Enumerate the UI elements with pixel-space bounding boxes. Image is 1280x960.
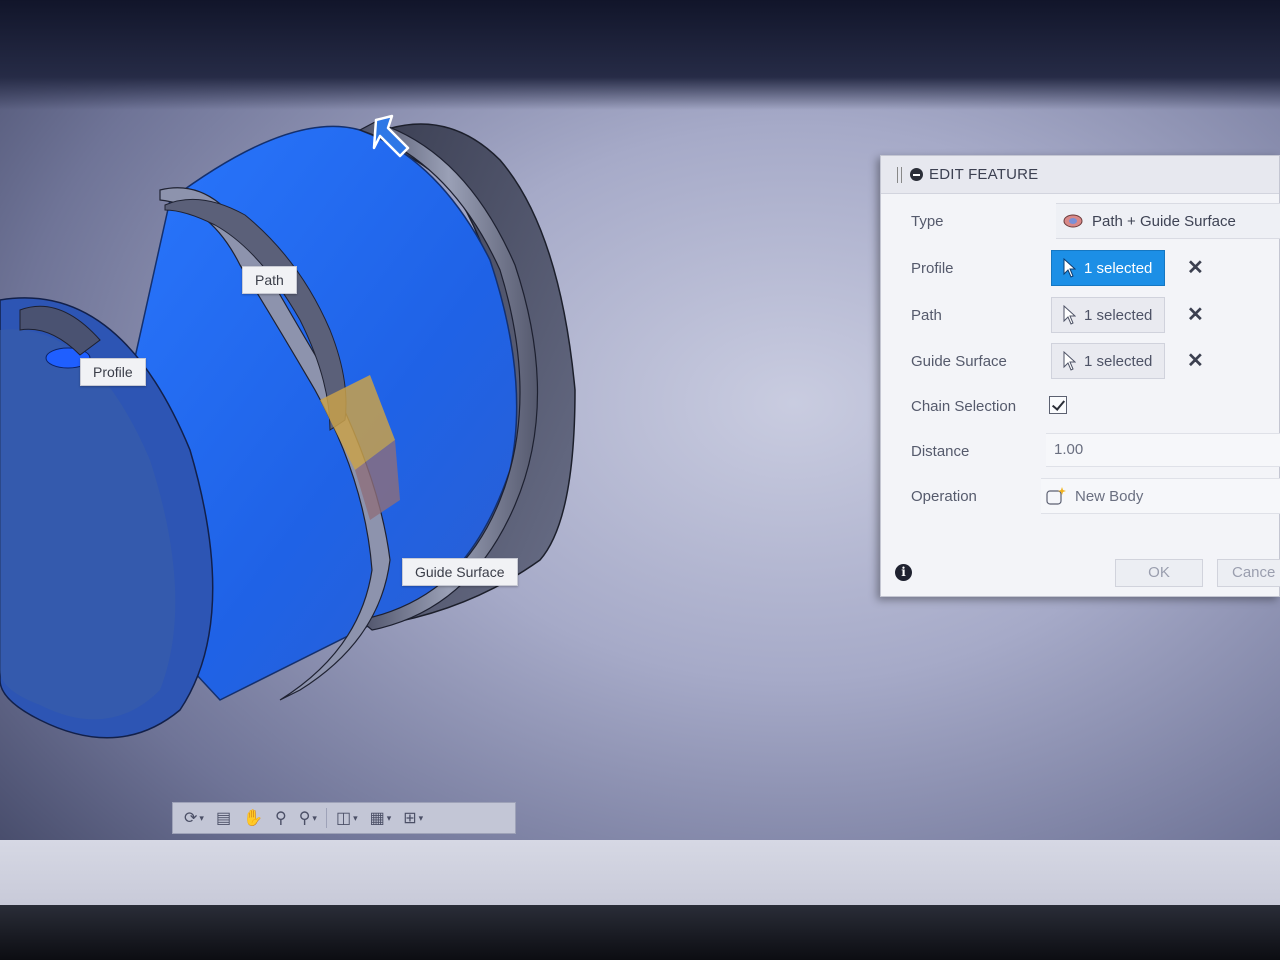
zoom-icon[interactable]: ⚲ ▾ [296, 808, 320, 828]
guide-surface-row: Guide Surface 1 selected ✕ [881, 342, 1279, 382]
path-callout: Path [242, 266, 297, 294]
dialog-header[interactable]: EDIT FEATURE [881, 156, 1279, 194]
clear-path-icon[interactable]: ✕ [1187, 302, 1204, 327]
path-selected-count: 1 selected [1084, 306, 1153, 324]
distance-label: Distance [911, 443, 970, 460]
display-settings-icon[interactable]: ◫ ▾ [333, 808, 361, 828]
status-strip [0, 840, 1280, 910]
collapse-icon[interactable] [910, 168, 923, 181]
operation-value-text: New Body [1075, 487, 1144, 505]
clear-guide-surface-icon[interactable]: ✕ [1187, 348, 1204, 373]
operation-row: Operation New Body [881, 477, 1280, 517]
orbit-icon[interactable]: ⟳ ▾ [181, 808, 207, 828]
type-dropdown[interactable]: Path + Guide Surface [1056, 203, 1280, 239]
look-at-icon[interactable]: ▤ [213, 808, 234, 828]
operation-label: Operation [911, 488, 977, 505]
distance-input[interactable]: 1.00 [1046, 433, 1280, 467]
path-row: Path 1 selected ✕ [881, 296, 1279, 336]
select-cursor-icon [1063, 305, 1076, 325]
profile-selected-count: 1 selected [1084, 259, 1153, 277]
select-cursor-icon [1063, 351, 1076, 371]
chain-selection-label: Chain Selection [911, 398, 1017, 415]
info-icon[interactable]: i [895, 564, 912, 581]
profile-label: Profile [911, 260, 954, 277]
operation-dropdown[interactable]: New Body [1041, 478, 1280, 514]
viewports-icon[interactable]: ⊞ ▾ [400, 808, 426, 828]
sweep-type-icon [1063, 214, 1083, 228]
pan-icon[interactable]: ✋ [240, 808, 266, 828]
ok-button[interactable]: OK [1115, 559, 1203, 587]
profile-callout: Profile [80, 358, 146, 386]
cancel-button[interactable]: Cance [1217, 559, 1280, 587]
zoom-window-icon[interactable]: ⚲ [272, 808, 290, 828]
guide-surface-select-button[interactable]: 1 selected [1051, 343, 1166, 379]
toolbar-divider [325, 808, 327, 828]
clear-profile-icon[interactable]: ✕ [1187, 255, 1204, 280]
select-cursor-icon [1063, 258, 1076, 278]
guide-surface-callout: Guide Surface [402, 558, 518, 586]
profile-select-button[interactable]: 1 selected [1051, 250, 1166, 286]
screen: Path Profile Guide Surface ⟳ ▾ ▤ ✋ ⚲ ⚲ ▾ ◫… [0, 0, 1280, 960]
drag-handle-icon[interactable] [897, 166, 902, 183]
new-body-icon [1046, 487, 1066, 505]
profile-row: Profile 1 selected ✕ [881, 249, 1279, 289]
path-select-button[interactable]: 1 selected [1051, 297, 1166, 333]
guide-surface-label: Guide Surface [911, 353, 1007, 370]
edit-feature-dialog: EDIT FEATURE Type Path + Guide Surface P… [880, 155, 1280, 597]
distance-row: Distance 1.00 [881, 432, 1280, 472]
type-row: Type Path + Guide Surface [881, 202, 1280, 242]
type-label: Type [911, 213, 944, 230]
path-label: Path [911, 307, 942, 324]
dialog-title: EDIT FEATURE [929, 166, 1039, 183]
guide-surface-selected-count: 1 selected [1084, 352, 1153, 370]
navigation-toolbar: ⟳ ▾ ▤ ✋ ⚲ ⚲ ▾ ◫ ▾ ▦ ▾ ⊞ ▾ [172, 802, 516, 834]
chain-selection-row: Chain Selection [881, 387, 1279, 427]
grid-icon[interactable]: ▦ ▾ [367, 808, 395, 828]
monitor-bezel-bottom [0, 905, 1280, 960]
type-value-text: Path + Guide Surface [1092, 212, 1236, 230]
chain-selection-checkbox[interactable] [1049, 396, 1067, 414]
